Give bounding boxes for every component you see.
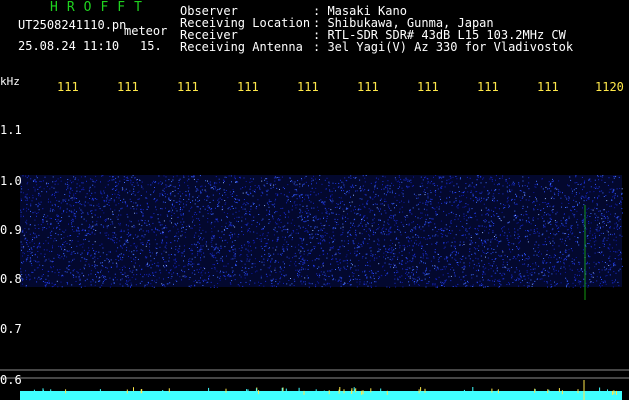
antenna-value: : 3el Yagi(V) Az 330 for Vladivostok — [313, 40, 574, 54]
time-tick-label: 111 — [357, 80, 379, 94]
time-tick-label: 111 — [237, 80, 259, 94]
time-tick-label: 111 — [477, 80, 499, 94]
app-brand: HROFFT — [50, 0, 151, 15]
freq-tick-label: 0.8 — [0, 272, 22, 286]
spectrogram-canvas — [0, 175, 629, 400]
category-label: meteor — [124, 24, 168, 38]
echo-count: 15. — [140, 39, 162, 53]
time-tick-label: 111 — [297, 80, 319, 94]
noise-band-background — [20, 175, 622, 287]
freq-tick-label: 0.7 — [0, 322, 22, 336]
time-tick-label: 1120 — [595, 80, 624, 94]
detection-strip — [20, 391, 622, 400]
time-tick-label: 111 — [417, 80, 439, 94]
time-tick-label: 111 — [117, 80, 139, 94]
freq-tick-label: 0.6 — [0, 373, 22, 387]
hrofft-window: HROFFT UT2508241110.pn meteor 25.08.24 1… — [0, 0, 629, 400]
freq-unit-label: kHz — [0, 75, 20, 88]
date-time: 25.08.24 11:10 — [18, 39, 120, 53]
freq-tick-label: 0.9 — [0, 223, 22, 237]
file-name: UT2508241110.pn — [18, 18, 127, 32]
freq-tick-label: 1.0 — [0, 174, 22, 188]
freq-tick-label: 1.1 — [0, 123, 22, 137]
time-tick-label: 111 — [177, 80, 199, 94]
antenna-label: Receiving Antenna — [180, 40, 303, 54]
time-tick-label: 111 — [537, 80, 559, 94]
time-tick-label: 111 — [57, 80, 79, 94]
